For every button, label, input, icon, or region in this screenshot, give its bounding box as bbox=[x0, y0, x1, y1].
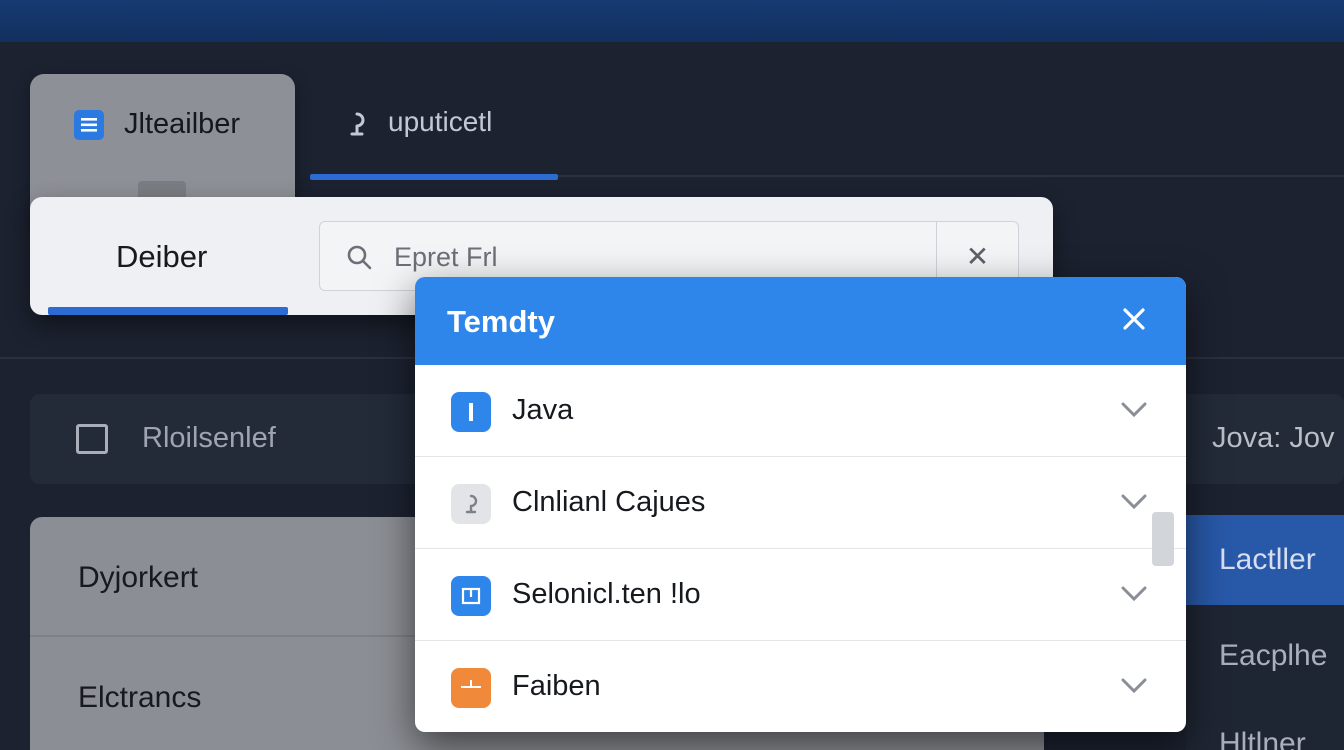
top-bar bbox=[0, 0, 1344, 42]
tab-link[interactable]: uputicetl bbox=[310, 90, 558, 180]
selection-dialog: Temdty Java Clnlianl Cajues Selonicl.ten… bbox=[415, 277, 1186, 732]
dialog-option-4[interactable]: Faiben bbox=[415, 641, 1186, 732]
dialog-option-label: Clnlianl Cajues bbox=[512, 486, 706, 518]
tab-active-indicator bbox=[310, 174, 558, 180]
chevron-down-icon[interactable] bbox=[1120, 677, 1148, 695]
close-dialog-button[interactable] bbox=[1118, 303, 1150, 335]
right-panel-item-label: Lactller bbox=[1219, 543, 1316, 576]
link-icon bbox=[344, 110, 370, 145]
scrollbar-thumb[interactable] bbox=[1152, 512, 1174, 566]
link-icon bbox=[451, 484, 491, 524]
dialog-option-label: Java bbox=[512, 394, 574, 426]
calendar-icon bbox=[451, 576, 491, 616]
box-icon bbox=[451, 668, 491, 708]
panel-title-indicator bbox=[48, 307, 288, 315]
chevron-down-icon[interactable] bbox=[1120, 401, 1148, 419]
search-icon bbox=[346, 244, 372, 270]
list-item-label: Dyjorkert bbox=[78, 561, 199, 594]
dialog-option-java[interactable]: Java bbox=[415, 365, 1186, 457]
info-icon bbox=[451, 392, 491, 432]
dialog-title: Temdty bbox=[447, 304, 555, 339]
right-panel-item-active[interactable]: Lactller bbox=[1186, 515, 1344, 605]
list-item-label: Elctrancs bbox=[78, 681, 202, 714]
right-panel-item[interactable]: Eacplhe bbox=[1219, 639, 1327, 673]
search-input[interactable] bbox=[394, 238, 914, 276]
filter-checkbox[interactable] bbox=[76, 424, 108, 454]
dialog-header: Temdty bbox=[415, 277, 1186, 365]
close-icon: ✕ bbox=[965, 240, 990, 272]
dialog-option-label: Faiben bbox=[512, 670, 601, 702]
close-icon bbox=[1123, 308, 1145, 330]
document-icon bbox=[74, 110, 104, 140]
dialog-option-3[interactable]: Selonicl.ten !lo bbox=[415, 549, 1186, 641]
chevron-down-icon[interactable] bbox=[1120, 585, 1148, 603]
dialog-option-label: Selonicl.ten !lo bbox=[512, 578, 701, 610]
tab-document-label: Jlteailber bbox=[124, 108, 241, 140]
filter-right-label: Jova: Jov bbox=[1212, 422, 1335, 454]
panel-title: Deiber bbox=[116, 239, 208, 274]
tab-link-label: uputicetl bbox=[388, 106, 493, 137]
tab-divider bbox=[558, 175, 1344, 177]
dialog-option-2[interactable]: Clnlianl Cajues bbox=[415, 457, 1186, 549]
chevron-down-icon[interactable] bbox=[1120, 493, 1148, 511]
right-panel: Lactller Eacplhe Hltlner bbox=[1186, 515, 1344, 750]
filter-label: Rloilsenlef bbox=[142, 422, 276, 454]
right-panel-item[interactable]: Hltlner bbox=[1219, 727, 1306, 750]
